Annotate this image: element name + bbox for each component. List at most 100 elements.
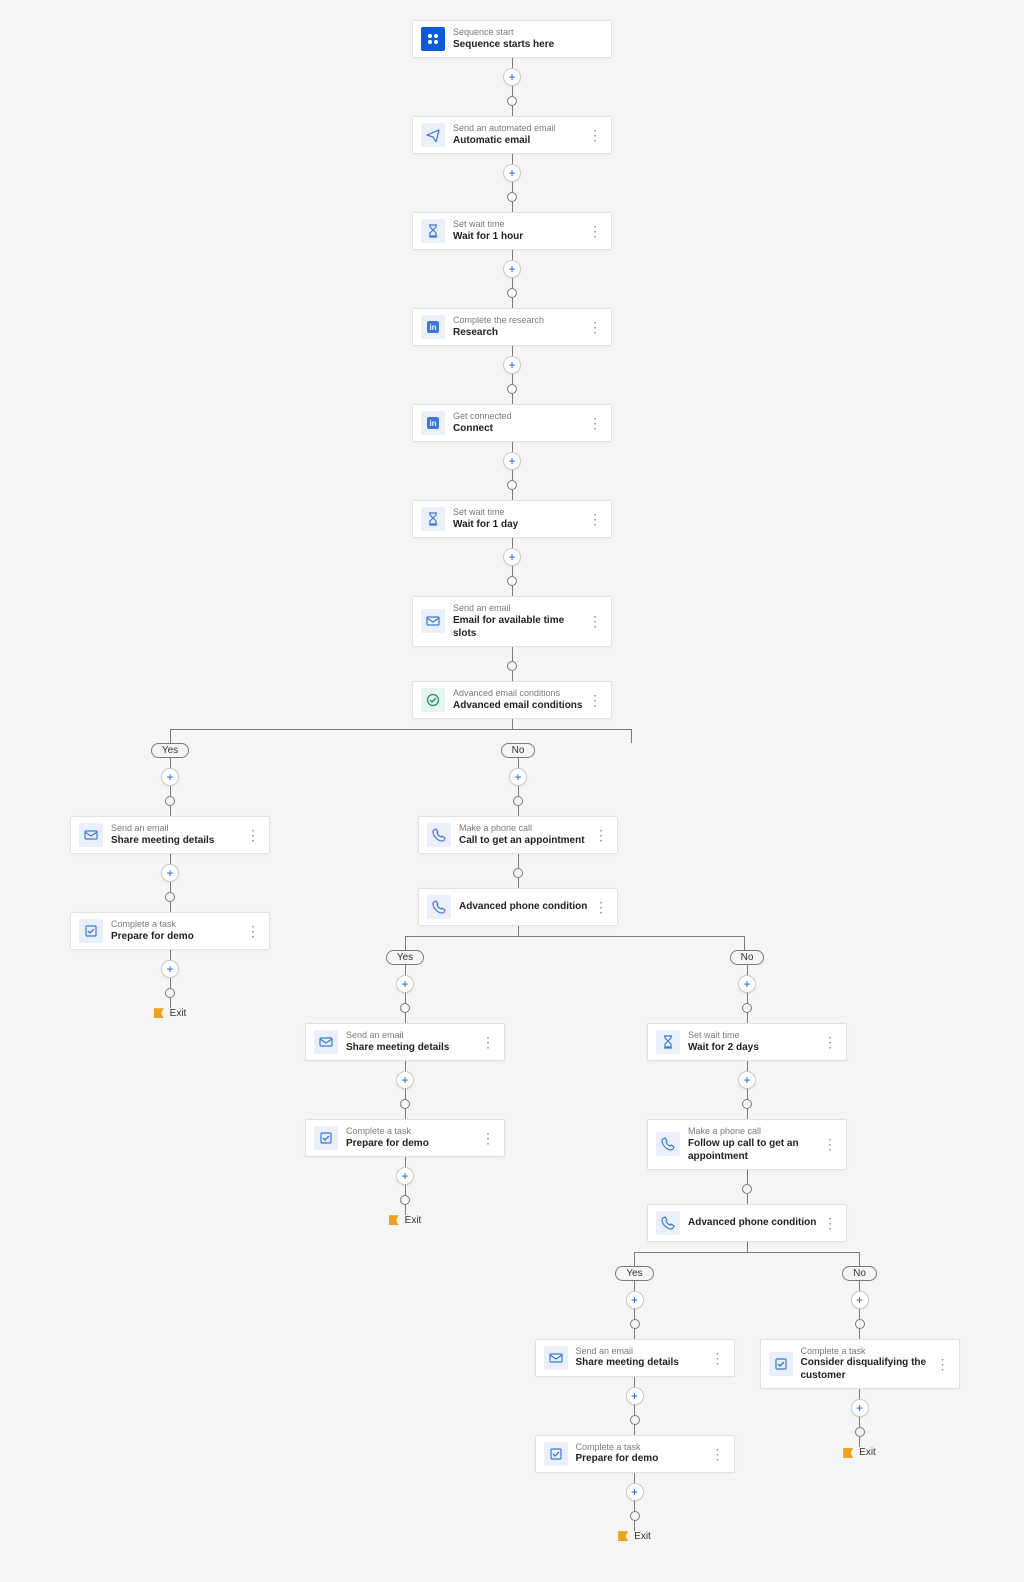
node-label: Send an automated email bbox=[453, 123, 587, 134]
add-step-button[interactable]: + bbox=[161, 960, 179, 978]
add-step-button[interactable]: + bbox=[161, 768, 179, 786]
exit-node: Exit bbox=[154, 1008, 187, 1019]
add-step-button[interactable]: + bbox=[626, 1483, 644, 1501]
decision-yes: Yes bbox=[615, 1266, 653, 1281]
phone-icon bbox=[656, 1132, 680, 1156]
add-step-button[interactable]: + bbox=[626, 1387, 644, 1405]
node-prepare-demo-3[interactable]: Complete a taskPrepare for demo ⋮ bbox=[535, 1435, 735, 1473]
branch-split-line bbox=[288, 936, 972, 950]
connector: + bbox=[503, 154, 521, 212]
node-research[interactable]: Complete the research Research ⋮ bbox=[412, 308, 612, 346]
connector: + bbox=[503, 538, 521, 596]
node-advanced-phone-condition-2[interactable]: Advanced phone condition ⋮ bbox=[647, 1204, 847, 1242]
more-menu-button[interactable]: ⋮ bbox=[587, 416, 603, 430]
connector: + bbox=[503, 442, 521, 500]
node-email-time-slots[interactable]: Send an email Email for available time s… bbox=[412, 596, 612, 647]
email-icon bbox=[314, 1030, 338, 1054]
node-wait-1-day[interactable]: Set wait time Wait for 1 day ⋮ bbox=[412, 500, 612, 538]
exit-node: Exit bbox=[618, 1531, 651, 1542]
node-disqualify[interactable]: Complete a taskConsider disqualifying th… bbox=[760, 1339, 960, 1390]
node-share-meeting-2[interactable]: Send an emailShare meeting details ⋮ bbox=[305, 1023, 505, 1061]
node-advanced-email-conditions[interactable]: Advanced email conditions Advanced email… bbox=[412, 681, 612, 719]
phone-icon bbox=[427, 823, 451, 847]
phone-icon bbox=[656, 1211, 680, 1235]
more-menu-button[interactable]: ⋮ bbox=[593, 828, 609, 842]
more-menu-button[interactable]: ⋮ bbox=[822, 1137, 838, 1151]
add-step-button[interactable]: + bbox=[738, 975, 756, 993]
add-step-button[interactable]: + bbox=[396, 1071, 414, 1089]
add-step-button[interactable]: + bbox=[626, 1291, 644, 1309]
linkedin-icon bbox=[421, 315, 445, 339]
more-menu-button[interactable]: ⋮ bbox=[480, 1035, 496, 1049]
junction-dot bbox=[507, 480, 517, 490]
more-menu-button[interactable]: ⋮ bbox=[480, 1131, 496, 1145]
node-wait-1-hour[interactable]: Set wait time Wait for 1 hour ⋮ bbox=[412, 212, 612, 250]
node-share-meeting-1[interactable]: Send an emailShare meeting details ⋮ bbox=[70, 816, 270, 854]
branch-no-2: No + Set wait timeWait for 2 days ⋮ + Ma… bbox=[522, 950, 972, 1542]
node-followup-call[interactable]: Make a phone callFollow up call to get a… bbox=[647, 1119, 847, 1170]
add-step-button[interactable]: + bbox=[161, 864, 179, 882]
add-step-button[interactable]: + bbox=[396, 1167, 414, 1185]
more-menu-button[interactable]: ⋮ bbox=[935, 1357, 951, 1371]
junction-dot bbox=[507, 384, 517, 394]
more-menu-button[interactable]: ⋮ bbox=[822, 1216, 838, 1230]
more-menu-button[interactable]: ⋮ bbox=[587, 128, 603, 142]
flag-icon bbox=[618, 1531, 628, 1541]
junction-dot bbox=[855, 1319, 865, 1329]
more-menu-button[interactable]: ⋮ bbox=[587, 512, 603, 526]
more-menu-button[interactable]: ⋮ bbox=[710, 1447, 726, 1461]
more-menu-button[interactable]: ⋮ bbox=[593, 900, 609, 914]
more-menu-button[interactable]: ⋮ bbox=[245, 828, 261, 842]
condition-icon bbox=[421, 688, 445, 712]
exit-node: Exit bbox=[843, 1447, 876, 1458]
node-connect[interactable]: Get connected Connect ⋮ bbox=[412, 404, 612, 442]
node-prepare-demo-1[interactable]: Complete a taskPrepare for demo ⋮ bbox=[70, 912, 270, 950]
more-menu-button[interactable]: ⋮ bbox=[587, 224, 603, 238]
connector: + bbox=[503, 346, 521, 404]
hourglass-icon bbox=[421, 219, 445, 243]
node-prepare-demo-2[interactable]: Complete a taskPrepare for demo ⋮ bbox=[305, 1119, 505, 1157]
node-advanced-phone-condition-1[interactable]: Advanced phone condition ⋮ bbox=[418, 888, 618, 926]
connector: + bbox=[503, 250, 521, 308]
connector-line bbox=[512, 719, 513, 729]
add-step-button[interactable]: + bbox=[503, 164, 521, 182]
task-icon bbox=[544, 1442, 568, 1466]
add-step-button[interactable]: + bbox=[509, 768, 527, 786]
more-menu-button[interactable]: ⋮ bbox=[587, 693, 603, 707]
junction-dot bbox=[742, 1003, 752, 1013]
add-step-button[interactable]: + bbox=[503, 356, 521, 374]
node-sequence-start[interactable]: Sequence start Sequence starts here bbox=[412, 20, 612, 58]
junction-dot bbox=[165, 796, 175, 806]
branch-split-line bbox=[522, 1252, 972, 1266]
add-step-button[interactable]: + bbox=[396, 975, 414, 993]
add-step-button[interactable]: + bbox=[503, 548, 521, 566]
email-icon bbox=[421, 609, 445, 633]
decision-yes: Yes bbox=[386, 950, 424, 965]
more-menu-button[interactable]: ⋮ bbox=[587, 320, 603, 334]
node-call-appointment[interactable]: Make a phone callCall to get an appointm… bbox=[418, 816, 618, 854]
junction-dot bbox=[165, 988, 175, 998]
node-share-meeting-3[interactable]: Send an emailShare meeting details ⋮ bbox=[535, 1339, 735, 1377]
flow-root: Sequence start Sequence starts here + Se… bbox=[52, 20, 972, 1542]
add-step-button[interactable]: + bbox=[851, 1291, 869, 1309]
node-title: Research bbox=[453, 326, 587, 339]
node-title: Sequence starts here bbox=[453, 38, 603, 51]
phone-icon bbox=[427, 895, 451, 919]
node-label: Sequence start bbox=[453, 27, 603, 38]
add-step-button[interactable]: + bbox=[503, 452, 521, 470]
junction-dot bbox=[507, 661, 517, 671]
add-step-button[interactable]: + bbox=[851, 1399, 869, 1417]
more-menu-button[interactable]: ⋮ bbox=[822, 1035, 838, 1049]
more-menu-button[interactable]: ⋮ bbox=[245, 924, 261, 938]
node-label: Send an email bbox=[453, 603, 587, 614]
node-automatic-email[interactable]: Send an automated email Automatic email … bbox=[412, 116, 612, 154]
node-wait-2-days[interactable]: Set wait timeWait for 2 days ⋮ bbox=[647, 1023, 847, 1061]
flag-icon bbox=[843, 1448, 853, 1458]
add-step-button[interactable]: + bbox=[738, 1071, 756, 1089]
exit-node: Exit bbox=[389, 1215, 422, 1226]
add-step-button[interactable]: + bbox=[503, 68, 521, 86]
add-step-button[interactable]: + bbox=[503, 260, 521, 278]
more-menu-button[interactable]: ⋮ bbox=[710, 1351, 726, 1365]
more-menu-button[interactable]: ⋮ bbox=[587, 614, 603, 628]
node-label: Get connected bbox=[453, 411, 587, 422]
